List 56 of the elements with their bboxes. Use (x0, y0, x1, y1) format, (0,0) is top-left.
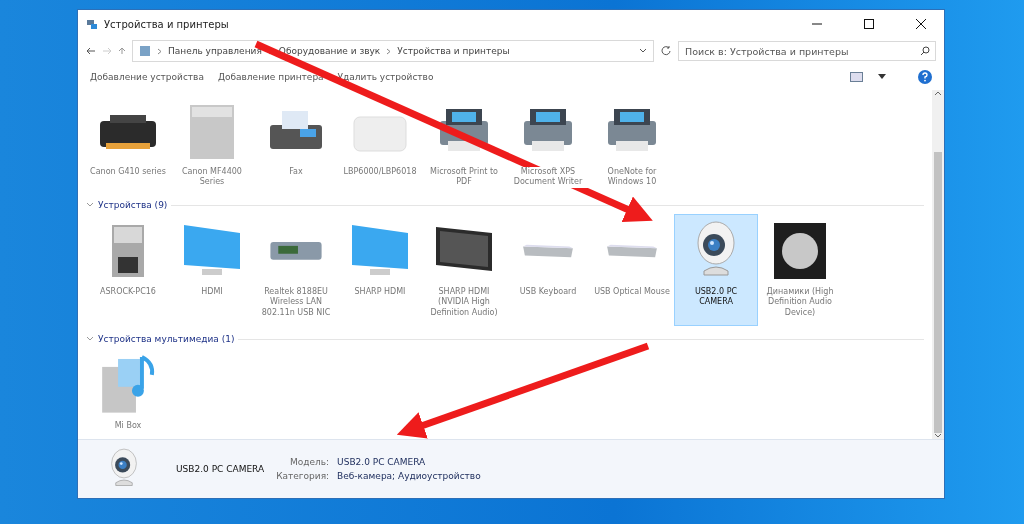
close-icon (916, 19, 926, 29)
device-tile[interactable]: USB2.0 PC CAMERA (674, 214, 758, 326)
chevron-icon (386, 47, 392, 55)
detail-label: Категория: (276, 471, 330, 481)
breadcrumb[interactable]: Панель управления (168, 46, 262, 56)
detail-label: Модель: (289, 457, 330, 467)
device-tile[interactable]: Canon G410 series (86, 94, 170, 192)
device-tile[interactable]: Fax (254, 94, 338, 192)
device-label: USB Keyboard (517, 287, 579, 298)
device-tile[interactable]: SHARP HDMI (338, 214, 422, 326)
device-tile[interactable]: Microsoft XPS Document Writer (506, 94, 590, 192)
device-label: LBP6000/LBP6018 (341, 167, 419, 178)
view-icon[interactable] (850, 72, 864, 82)
device-tile[interactable]: Microsoft Print to PDF (422, 94, 506, 192)
breadcrumb[interactable]: Устройства и принтеры (397, 46, 510, 56)
dropdown-caret-icon[interactable] (878, 74, 886, 80)
device-tile[interactable]: LBP6000/LBP6018 (338, 94, 422, 192)
command-button[interactable]: Добавление принтера (217, 72, 324, 82)
up-arrow-icon[interactable] (118, 47, 126, 55)
devices-printers-icon (86, 18, 98, 30)
window-title: Устройства и принтеры (104, 18, 230, 30)
command-button[interactable]: Удалить устройство (337, 72, 434, 82)
device-tile[interactable]: ASROCK-PC16 (86, 214, 170, 326)
device-tile[interactable]: Realtek 8188EU Wireless LAN 802.11n USB NIC (254, 214, 338, 326)
device-label: USB Optical Mouse (592, 287, 672, 298)
device-tile[interactable]: USB Keyboard (506, 214, 590, 326)
address-bar[interactable]: Панель управления Оборудование и звук Устройства и принтеры (132, 40, 654, 62)
device-label: Mi Box (112, 420, 144, 431)
maximize-icon (864, 19, 874, 29)
chevron-icon (157, 47, 162, 55)
control-panel-icon (139, 45, 151, 57)
device-tile[interactable]: HDMI (170, 214, 254, 326)
scroll-down-icon[interactable] (934, 433, 942, 439)
refresh-icon[interactable] (660, 45, 672, 57)
scroll-up-icon[interactable] (934, 90, 942, 96)
search-icon (920, 46, 930, 56)
detail-value: USB2.0 PC CAMERA (337, 457, 427, 467)
breadcrumb[interactable]: Оборудование и звук (278, 46, 381, 56)
scrollbar-thumb[interactable] (934, 151, 942, 434)
device-tile[interactable]: Canon MF4400 Series (170, 94, 254, 192)
help-icon[interactable] (918, 70, 932, 84)
collapse-chevron-icon[interactable] (86, 202, 94, 208)
device-tile[interactable]: SHARP HDMI (NVIDIA High Definition Audio) (422, 214, 506, 326)
device-tile[interactable]: USB Optical Mouse (590, 214, 674, 326)
device-tile[interactable]: Mi Box (86, 348, 170, 432)
back-arrow-icon[interactable] (86, 46, 96, 56)
group-header[interactable]: Устройства мультимедиа (1) (98, 334, 235, 344)
detail-value: Веб-камера; Аудиоустройство (337, 471, 481, 481)
search-field[interactable]: Поиск в: Устройства и принтеры (678, 41, 936, 61)
dropdown-caret-icon[interactable] (639, 48, 647, 54)
collapse-chevron-icon[interactable] (86, 336, 94, 342)
device-tile[interactable]: Динамики (High Definition Audio Device) (758, 214, 842, 326)
device-name: USB2.0 PC CAMERA (176, 464, 265, 474)
group-header[interactable]: Устройства (9) (98, 200, 168, 210)
command-button[interactable]: Добавление устройства (90, 72, 204, 82)
device-tile[interactable]: OneNote for Windows 10 (590, 94, 674, 192)
